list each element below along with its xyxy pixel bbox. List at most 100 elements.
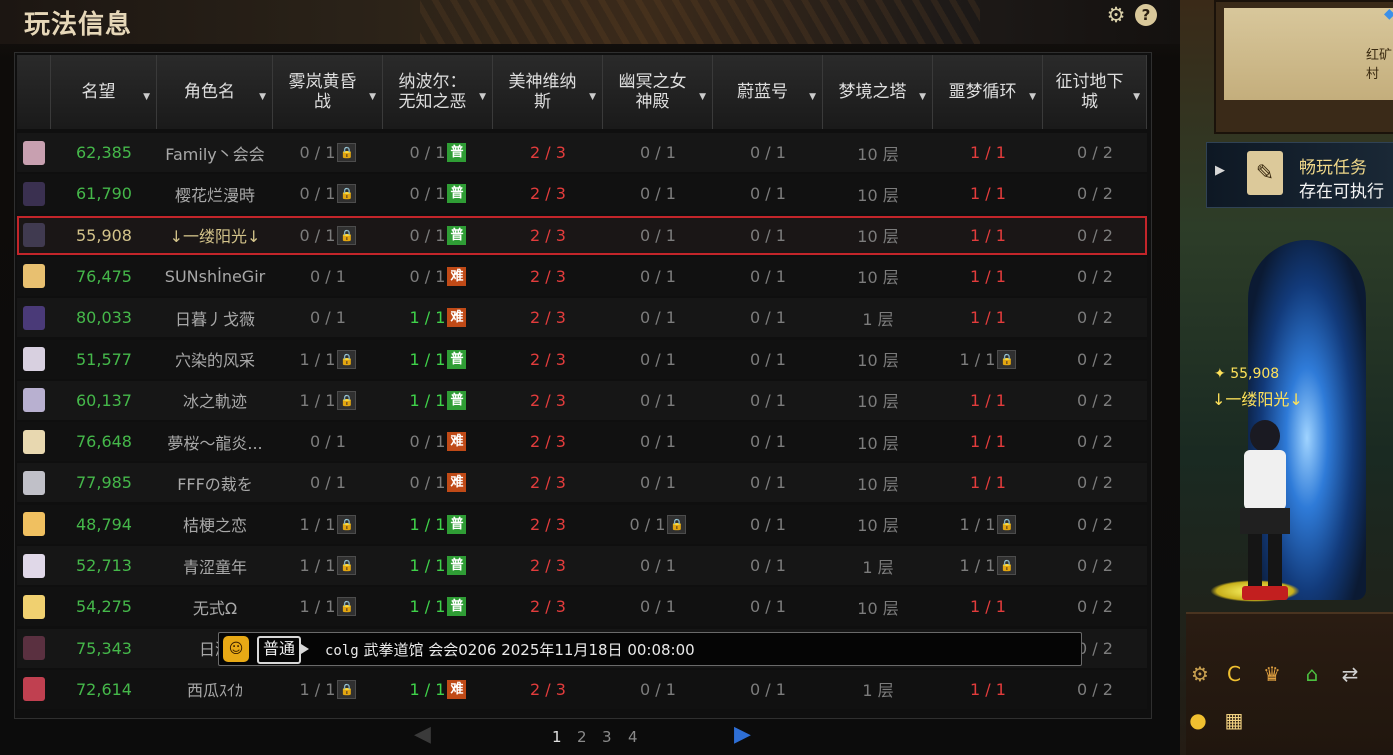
normal-badge: 普 <box>447 349 467 369</box>
page-4[interactable]: 4 <box>628 728 638 746</box>
fame-value: 76,475 <box>76 266 132 286</box>
home-icon[interactable]: ⌂ <box>1298 660 1326 688</box>
character-name: ↓一缕阳光↓ <box>169 227 261 247</box>
title-bar-art <box>420 0 980 44</box>
minimap[interactable]: ◆ 红矿村 <box>1214 0 1393 134</box>
tower-floor: 10 层 <box>857 392 899 412</box>
normal-badge: 普 <box>447 184 467 204</box>
sort-arrow-icon[interactable]: ▼ <box>589 87 596 107</box>
sort-arrow-icon[interactable]: ▼ <box>699 87 706 107</box>
cell-c4: 0 / 1 <box>603 133 713 172</box>
cell-c7: 1 / 1 <box>933 298 1043 337</box>
dungeon-count: 1 / 1 <box>959 556 996 575</box>
header-icon-col <box>17 55 51 129</box>
dungeon-count: 2 / 3 <box>530 308 566 328</box>
dungeon-count: 0 / 1 <box>409 184 446 204</box>
sort-arrow-icon[interactable]: ▼ <box>369 87 376 107</box>
table-row[interactable]: 76,475 SUNshİneGir 0 / 10 / 1难2 / 30 / 10 … <box>17 256 1147 296</box>
next-page-icon[interactable]: ▶ <box>734 722 751 747</box>
cell-c7: 1 / 1 🔒 <box>933 340 1043 379</box>
coin-icon[interactable]: C <box>1220 660 1248 688</box>
crown-icon[interactable]: ♛ <box>1258 660 1286 688</box>
question-icon[interactable]: ? <box>1135 4 1157 26</box>
page-2[interactable]: 2 <box>577 728 587 746</box>
column-header-5[interactable]: 幽冥之女神殿 ▼ <box>603 55 713 129</box>
table-row[interactable]: 51,577 穴染的风采 1 / 1 🔒 1 / 1普2 / 30 / 10 / 1 10… <box>17 339 1147 379</box>
quest-tracker[interactable]: ▶ ✎ 畅玩任务 存在可执行 <box>1206 142 1393 208</box>
cell-c4: 0 / 1 <box>603 670 713 709</box>
table-row[interactable]: 76,648 夢桜～龍炎... 0 / 10 / 1难2 / 30 / 10 / 1… <box>17 422 1147 462</box>
cell-c2: 1 / 1普 <box>383 546 493 585</box>
fame-value: 62,385 <box>76 143 132 162</box>
name-cell: 西瓜ｽｲｶ <box>157 670 273 709</box>
tower-floor: 10 层 <box>857 598 899 618</box>
sort-arrow-icon[interactable]: ▼ <box>1133 87 1140 107</box>
tower-floor: 10 层 <box>857 185 899 205</box>
table-row[interactable]: 52,713 青涩童年 1 / 1 🔒 1 / 1普2 / 30 / 10 / 11 层… <box>17 546 1147 585</box>
column-header-label: 纳波尔：无知之恶 <box>398 72 467 112</box>
table-row-selected[interactable]: 55,908 ↓一缕阳光↓ 0 / 1 🔒 0 / 1普2 / 30 / 10 / 11… <box>17 215 1147 255</box>
cell-c6: 1 层 <box>823 298 933 337</box>
table-row[interactable]: 72,614 西瓜ｽｲｶ 1 / 1 🔒 1 / 1难2 / 30 / 10 / 11 … <box>17 669 1147 709</box>
column-header-8[interactable]: 噩梦循环 ▼ <box>933 55 1043 129</box>
book-icon[interactable]: ▦ <box>1220 706 1248 734</box>
character-name: FFFの裁を <box>177 474 253 494</box>
gear-icon[interactable]: ⚙ <box>1105 3 1127 27</box>
sort-arrow-icon[interactable]: ▼ <box>143 87 150 107</box>
column-header-7[interactable]: 梦境之塔 ▼ <box>823 55 933 129</box>
page-3[interactable]: 3 <box>602 728 612 746</box>
cell-c2: 1 / 1普 <box>383 587 493 626</box>
table-row[interactable]: 80,033 日暮丿戈薇 0 / 11 / 1难2 / 30 / 10 / 11 层… <box>17 298 1147 338</box>
dungeon-count: 0 / 1 <box>640 679 676 699</box>
column-header-2[interactable]: 雾岚黄昏战 ▼ <box>273 55 383 129</box>
table-row[interactable]: 61,790 樱花烂漫時 0 / 1 🔒 0 / 1普2 / 30 / 10 / 1 10… <box>17 174 1147 214</box>
sort-arrow-icon[interactable]: ▼ <box>809 87 816 107</box>
dungeon-count: 0 / 2 <box>1077 514 1113 534</box>
dungeon-count: 0 / 2 <box>1077 143 1113 162</box>
column-header-0[interactable]: 名望 ▼ <box>51 55 157 129</box>
table-row[interactable]: 54,275 无式Ω 1 / 1 🔒 1 / 1普2 / 30 / 10 / 1 10 层… <box>17 587 1147 627</box>
dungeon-count: 2 / 3 <box>530 473 566 493</box>
column-header-9[interactable]: 征讨地下城 ▼ <box>1043 55 1147 129</box>
dungeon-count: 1 / 1 <box>970 390 1006 410</box>
location-icon[interactable]: ● <box>1184 706 1212 734</box>
cell-c5: 0 / 1 <box>713 463 823 502</box>
fame-cell: 77,985 <box>51 463 157 502</box>
avatar-cell <box>17 422 51 461</box>
cell-c8: 0 / 2 <box>1043 133 1147 172</box>
dungeon-count: 0 / 1 <box>750 514 786 534</box>
column-header-3[interactable]: 纳波尔：无知之恶 ▼ <box>383 55 493 129</box>
column-header-label: 美神维纳斯 <box>508 72 577 112</box>
player-character[interactable] <box>1230 420 1300 600</box>
column-header-4[interactable]: 美神维纳斯 ▼ <box>493 55 603 129</box>
chat-emoji-icon[interactable]: ☺ <box>223 636 249 662</box>
prev-page-icon[interactable]: ◀ <box>414 722 431 747</box>
chat-channel-badge[interactable]: 普通 <box>257 636 310 664</box>
settings-ring-icon[interactable]: ⚙ <box>1186 660 1214 688</box>
column-header-1[interactable]: 角色名 ▼ <box>157 55 273 129</box>
sort-arrow-icon[interactable]: ▼ <box>259 87 266 107</box>
table-row[interactable]: 77,985 FFFの裁を 0 / 10 / 1难2 / 30 / 10 / 1 10… <box>17 463 1147 503</box>
cell-c6: 10 层 <box>823 340 933 379</box>
sort-arrow-icon[interactable]: ▼ <box>479 87 486 107</box>
name-cell: 樱花烂漫時 <box>157 174 273 213</box>
lock-icon: 🔒 <box>997 514 1017 534</box>
cell-c3: 2 / 3 <box>493 670 603 709</box>
sort-arrow-icon[interactable]: ▼ <box>919 87 926 107</box>
avatar <box>23 470 45 495</box>
page-1[interactable]: 1 <box>552 728 562 746</box>
table-row[interactable]: 62,385 Family丶会会 0 / 1 🔒 0 / 1普2 / 30 / 10 /… <box>17 133 1147 172</box>
cell-c6: 10 层 <box>823 381 933 420</box>
exchange-icon[interactable]: ⇄ <box>1336 660 1364 688</box>
minimap-location: 红矿村 <box>1366 48 1393 82</box>
column-header-label: 名望 <box>81 82 116 102</box>
dungeon-count: 0 / 1 <box>640 225 676 245</box>
cell-c4: 0 / 1 <box>603 216 713 255</box>
column-header-6[interactable]: 蔚蓝号 ▼ <box>713 55 823 129</box>
tower-floor: 10 层 <box>857 351 899 370</box>
table-row[interactable]: 60,137 冰之軌迹 1 / 1 🔒 1 / 1普2 / 30 / 10 / 1 10 … <box>17 380 1147 420</box>
sort-arrow-icon[interactable]: ▼ <box>1029 87 1036 107</box>
fame-cell: 62,385 <box>51 133 157 172</box>
table-row[interactable]: 48,794 桔梗之恋 1 / 1 🔒 1 / 1普2 / 30 / 1 🔒 0 / 1 10… <box>17 504 1147 544</box>
expand-arrow-icon[interactable]: ▶ <box>1215 163 1225 178</box>
